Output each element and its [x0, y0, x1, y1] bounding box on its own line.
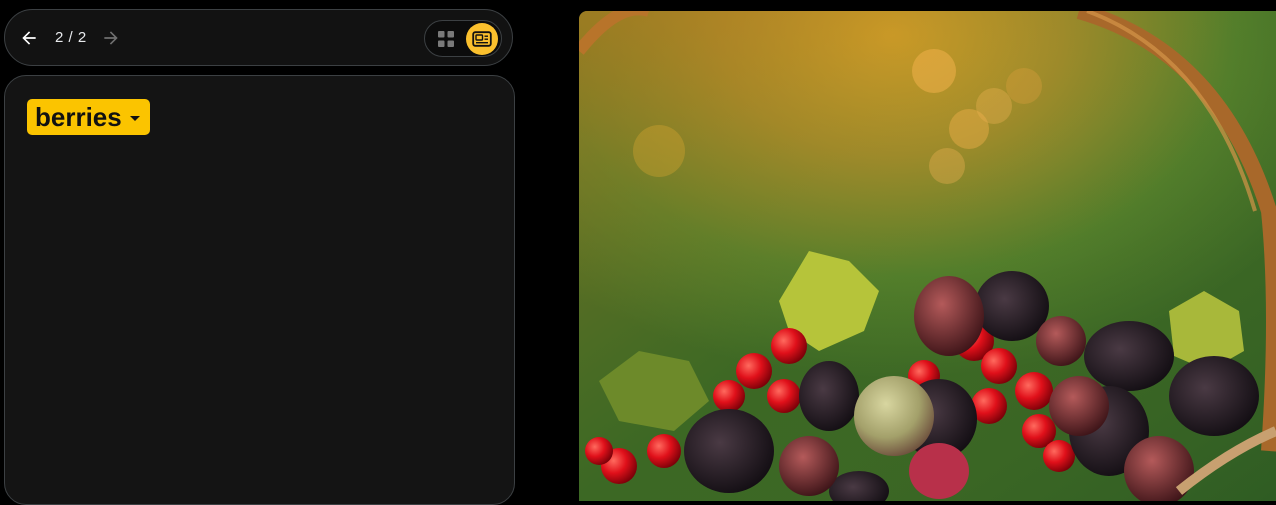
view-toggle [424, 20, 502, 57]
detail-view-button[interactable] [466, 22, 498, 55]
detail-view-icon [472, 30, 492, 47]
tag-dropdown[interactable]: berries [27, 99, 150, 135]
details-panel: berries [4, 75, 515, 505]
berries-photo [579, 11, 1276, 501]
grid-view-button[interactable] [435, 28, 457, 50]
berries-image [579, 11, 1276, 501]
grid-view-icon [438, 30, 454, 47]
back-button[interactable] [13, 22, 45, 54]
caret-down-icon [129, 116, 140, 121]
forward-button[interactable] [95, 22, 127, 54]
arrow-left-icon [22, 30, 36, 45]
navigation-bar: 2 / 2 [4, 9, 513, 66]
page-counter: 2 / 2 [55, 29, 87, 46]
arrow-right-icon [104, 30, 118, 45]
tag-label: berries [35, 101, 122, 132]
